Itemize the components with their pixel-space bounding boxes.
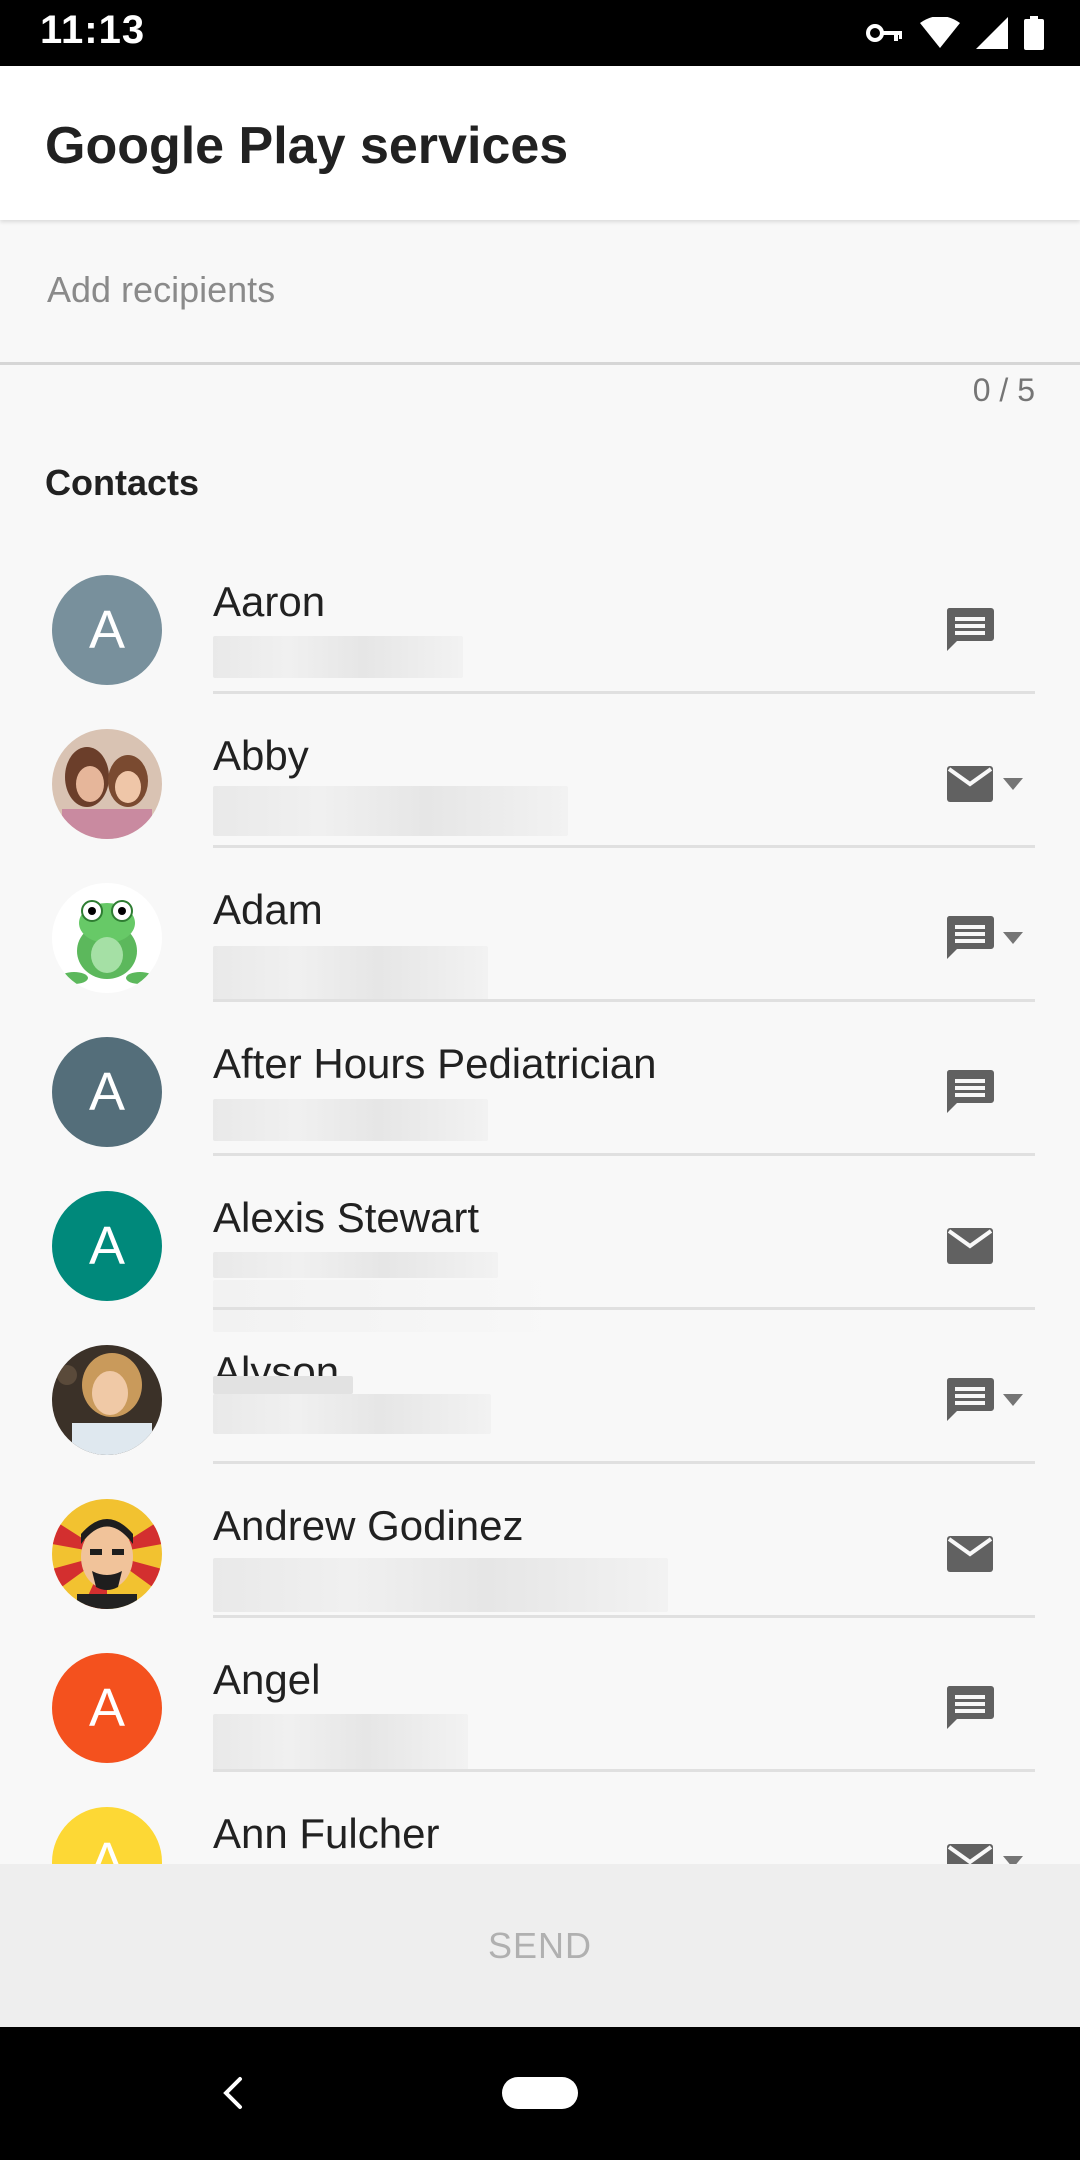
redacted-detail [213,1714,468,1772]
avatar-photo [52,1499,162,1609]
contact-name: Alexis Stewart [213,1194,480,1241]
redacted-detail [213,946,488,1000]
email-icon[interactable] [945,1222,995,1268]
redacted-detail [213,786,568,836]
email-icon[interactable] [945,1838,995,1864]
recipient-counter: 0 / 5 [972,372,1035,408]
contact-name: Aaron [213,578,326,625]
cell-signal-icon [976,17,1008,49]
contact-row[interactable]: Adam [0,848,1080,1002]
send-bar: SEND [0,1864,1080,2027]
message-icon[interactable] [945,606,995,652]
avatar: A [52,1807,162,1864]
avatar: A [52,575,162,685]
chevron-down-icon[interactable] [1003,778,1023,792]
email-icon[interactable] [945,760,995,806]
email-icon[interactable] [945,1530,995,1576]
avatar-initial: A [88,1216,126,1276]
send-button[interactable]: SEND [440,1914,640,1978]
vpn-key-icon [866,20,904,46]
contact-row[interactable]: A After Hours Pediatrician [0,1002,1080,1156]
contact-name: After Hours Pediatrician [213,1040,657,1087]
add-recipients-input[interactable] [45,264,1029,316]
status-time: 11:13 [40,8,146,52]
avatar: A [52,1037,162,1147]
contact-name: Andrew Godinez [213,1502,524,1549]
contact-row[interactable]: A Ann Fulcher [0,1772,1080,1864]
contact-name: Ann Fulcher [213,1810,440,1857]
message-icon[interactable] [945,1684,995,1730]
contact-name: Abby [213,732,309,779]
chevron-down-icon[interactable] [1003,932,1023,946]
contacts-list[interactable]: A Aaron Abby Adam A After Hours Pediatri… [0,540,1080,1864]
redacted-detail [213,1252,498,1278]
status-bar: 11:13 [0,0,1080,66]
redacted-detail [213,1099,488,1141]
contact-row[interactable]: Andrew Godinez [0,1464,1080,1618]
avatar [52,883,162,993]
contacts-section-title: Contacts [45,462,200,503]
contact-row[interactable]: A Angel [0,1618,1080,1772]
avatar [52,729,162,839]
home-pill-icon[interactable] [502,2077,578,2109]
recipients-field-container [0,220,1080,365]
chevron-down-icon[interactable] [1003,1856,1023,1864]
page-title: Google Play services [45,117,569,175]
back-icon[interactable] [220,2075,248,2116]
contact-row[interactable]: A Alexis Stewart [0,1156,1080,1332]
avatar-photo [52,1345,162,1455]
contact-row[interactable]: Abby [0,694,1080,848]
contact-row[interactable]: Alyson [0,1310,1080,1464]
avatar: A [52,1191,162,1301]
avatar [52,1499,162,1609]
app-bar: Google Play services [0,66,1080,220]
avatar [52,1345,162,1455]
avatar-initial: A [88,1832,126,1864]
redacted-detail [213,636,463,678]
battery-icon [1024,16,1044,50]
navigation-bar [0,2027,1080,2160]
contact-name: Angel [213,1656,321,1703]
redacted-detail [213,1558,668,1612]
message-icon[interactable] [945,914,995,960]
avatar-photo [52,883,162,993]
status-icons [866,16,1044,50]
redacted-detail [213,1394,491,1434]
avatar-initial: A [88,600,126,660]
wifi-icon [920,17,960,49]
avatar-photo [52,729,162,839]
avatar-initial: A [88,1678,126,1738]
chevron-down-icon[interactable] [1003,1394,1023,1408]
avatar: A [52,1653,162,1763]
avatar-initial: A [88,1062,126,1122]
contact-row[interactable]: A Aaron [0,540,1080,694]
redacted-detail [213,1376,353,1394]
message-icon[interactable] [945,1376,995,1422]
message-icon[interactable] [945,1068,995,1114]
contact-name: Adam [213,886,323,933]
